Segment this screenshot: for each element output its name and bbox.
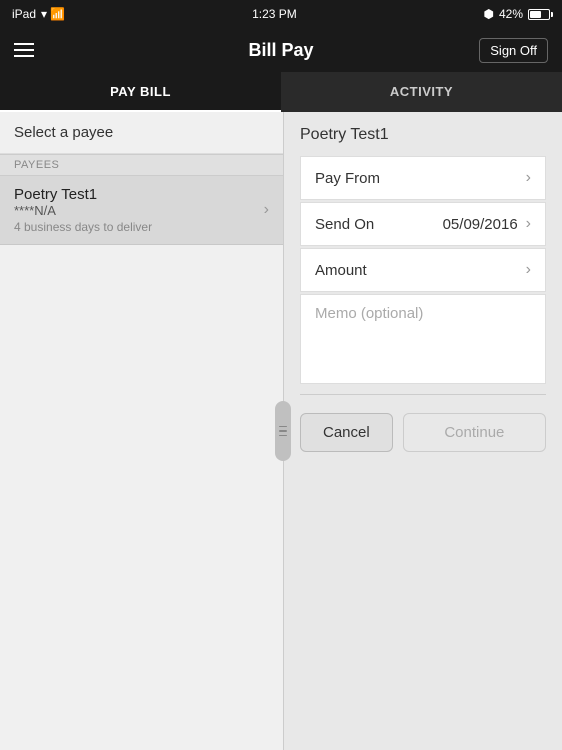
- nav-title: Bill Pay: [248, 40, 313, 61]
- pay-from-right: ›: [518, 169, 531, 187]
- memo-field[interactable]: Memo (optional): [300, 294, 546, 384]
- separator: [300, 394, 546, 395]
- payee-info: Poetry Test1 ****N/A 4 business days to …: [14, 186, 152, 234]
- payee-delivery: 4 business days to deliver: [14, 220, 152, 234]
- tab-activity[interactable]: ACTIVITY: [281, 72, 562, 112]
- send-on-label: Send On: [315, 216, 374, 233]
- status-right: ⬢ 42%: [483, 7, 550, 21]
- payee-chevron-icon: ›: [264, 201, 269, 219]
- send-on-row[interactable]: Send On 05/09/2016 ›: [300, 202, 546, 246]
- right-panel: Poetry Test1 Pay From › Send On 05/09/20…: [284, 112, 562, 750]
- select-payee-header: Select a payee: [0, 112, 283, 154]
- status-bar: iPad ▾ 📶 1:23 PM ⬢ 42%: [0, 0, 562, 28]
- amount-label: Amount: [315, 262, 367, 279]
- carrier-label: iPad: [12, 7, 36, 21]
- pay-from-label: Pay From: [315, 170, 380, 187]
- battery-icon: [528, 9, 550, 20]
- payee-account: ****N/A: [14, 203, 152, 218]
- bluetooth-icon: ⬢: [483, 7, 493, 21]
- status-left: iPad ▾ 📶: [12, 7, 65, 21]
- selected-payee-title: Poetry Test1: [300, 126, 546, 144]
- amount-row[interactable]: Amount ›: [300, 248, 546, 292]
- battery-percent: 42%: [499, 7, 523, 21]
- cancel-button[interactable]: Cancel: [300, 413, 393, 452]
- time-label: 1:23 PM: [252, 7, 297, 21]
- left-panel: Select a payee PAYEES Poetry Test1 ****N…: [0, 112, 284, 750]
- wifi-icon: ▾ 📶: [41, 7, 65, 21]
- send-on-right: 05/09/2016 ›: [443, 215, 531, 233]
- scroll-handle[interactable]: [275, 401, 291, 461]
- continue-button[interactable]: Continue: [403, 413, 546, 452]
- menu-icon[interactable]: [14, 43, 34, 57]
- nav-bar: Bill Pay Sign Off: [0, 28, 562, 72]
- tab-pay-bill[interactable]: PAY BILL: [0, 72, 281, 112]
- sign-off-button[interactable]: Sign Off: [479, 38, 548, 63]
- amount-chevron-icon: ›: [526, 261, 531, 279]
- action-buttons: Cancel Continue: [300, 413, 546, 452]
- send-on-chevron-icon: ›: [526, 215, 531, 233]
- main-layout: Select a payee PAYEES Poetry Test1 ****N…: [0, 112, 562, 750]
- payees-section-label: PAYEES: [0, 154, 283, 176]
- payee-list-item[interactable]: Poetry Test1 ****N/A 4 business days to …: [0, 176, 283, 245]
- amount-right: ›: [518, 261, 531, 279]
- memo-placeholder: Memo (optional): [315, 305, 423, 322]
- pay-from-row[interactable]: Pay From ›: [300, 156, 546, 200]
- payee-name: Poetry Test1: [14, 186, 152, 203]
- pay-from-chevron-icon: ›: [526, 169, 531, 187]
- tabs-bar: PAY BILL ACTIVITY: [0, 72, 562, 112]
- send-on-value: 05/09/2016: [443, 216, 518, 233]
